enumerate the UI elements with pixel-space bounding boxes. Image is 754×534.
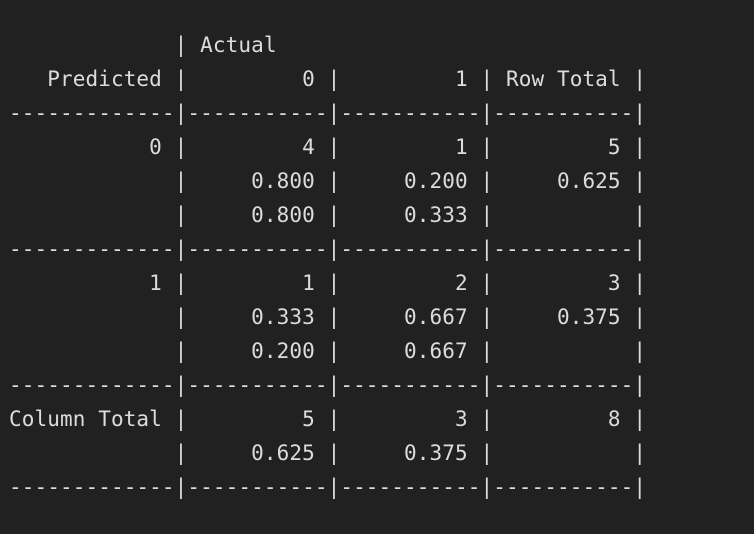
row-0-col-prop-line: | 0.800 | 0.333 | | <box>9 203 647 227</box>
terminal-window: | Actual Predicted | 0 | 1 | Row Total |… <box>0 0 754 534</box>
column-total-count-line: Column Total | 5 | 3 | 8 | <box>9 407 647 431</box>
separator-line: -------------|-----------|-----------|--… <box>9 237 647 261</box>
row-1-row-prop-line: | 0.333 | 0.667 | 0.375 | <box>9 305 647 329</box>
row-0-row-prop-line: | 0.800 | 0.200 | 0.625 | <box>9 169 647 193</box>
row-0-count-line: 0 | 4 | 1 | 5 | <box>9 135 647 159</box>
row-1-col-prop-line: | 0.200 | 0.667 | | <box>9 339 647 363</box>
separator-line: -------------|-----------|-----------|--… <box>9 101 647 125</box>
header-columns-line: Predicted | 0 | 1 | Row Total | <box>9 67 647 91</box>
separator-line: -------------|-----------|-----------|--… <box>9 475 647 499</box>
header-actual-line: | Actual <box>9 33 277 57</box>
column-total-prop-line: | 0.625 | 0.375 | | <box>9 441 647 465</box>
row-1-count-line: 1 | 1 | 2 | 3 | <box>9 271 647 295</box>
separator-line: -------------|-----------|-----------|--… <box>9 373 647 397</box>
